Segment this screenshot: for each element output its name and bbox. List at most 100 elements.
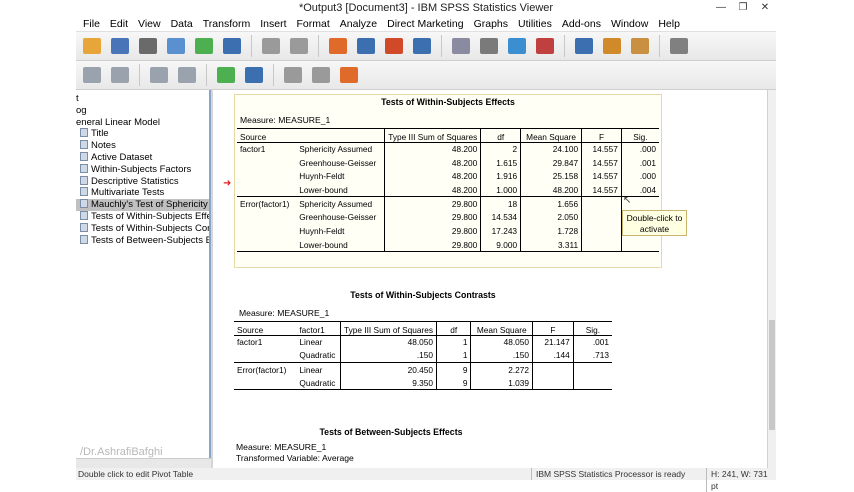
menu-file[interactable]: File bbox=[78, 16, 105, 31]
use-sets-icon[interactable] bbox=[572, 35, 596, 57]
window-title: *Output3 [Document3] - IBM SPSS Statisti… bbox=[298, 2, 554, 14]
table-row: Lower-bound 29.800 9.000 3.311 bbox=[237, 238, 659, 253]
tree-node[interactable]: t bbox=[76, 93, 209, 105]
menu-window[interactable]: Window bbox=[606, 16, 653, 31]
within-effects-table[interactable]: Tests of Within-Subjects Effects Measure… bbox=[237, 97, 659, 253]
insert-cases-icon-glyph bbox=[385, 38, 403, 54]
tree-node[interactable]: Tests of Between-Subjects Effe bbox=[76, 234, 209, 247]
script-icon[interactable] bbox=[600, 35, 624, 57]
table-cell bbox=[581, 224, 622, 238]
tree-node[interactable]: eneral Linear Model bbox=[76, 117, 209, 129]
menu-graphs[interactable]: Graphs bbox=[469, 16, 513, 31]
tree-node[interactable]: og bbox=[76, 105, 209, 117]
insert-title-icon[interactable] bbox=[309, 64, 333, 86]
weight-cases-icon[interactable] bbox=[505, 35, 529, 57]
print-preview-icon[interactable] bbox=[164, 35, 188, 57]
back-icon[interactable] bbox=[80, 64, 104, 86]
menu-help[interactable]: Help bbox=[653, 16, 685, 31]
designate-window-icon[interactable] bbox=[628, 35, 652, 57]
insert-cases-icon[interactable] bbox=[382, 35, 406, 57]
undo-icon[interactable] bbox=[259, 35, 283, 57]
status-bar: Double click to edit Pivot Table IBM SPS… bbox=[76, 468, 776, 492]
table-row: Lower-bound 48.200 1.000 48.200 14.557.004 bbox=[237, 183, 659, 198]
outline-hscrollbar[interactable] bbox=[76, 458, 211, 468]
between-effects-table[interactable]: Tests of Between-Subjects Effects Measur… bbox=[236, 427, 546, 463]
collapse-icon[interactable] bbox=[175, 64, 199, 86]
outline-pane[interactable]: t og eneral Linear Model Title Notes Active D… bbox=[76, 90, 211, 468]
hide-icon[interactable] bbox=[242, 64, 266, 86]
tree-node[interactable]: Descriptive Statistics bbox=[76, 175, 209, 188]
open-icon[interactable] bbox=[80, 35, 104, 57]
current-item-arrow-icon: ➜ bbox=[223, 178, 232, 189]
value-labels-icon[interactable] bbox=[533, 35, 557, 57]
table-cell: 14.557 bbox=[581, 183, 622, 198]
window-controls: — ❐ ✕ bbox=[710, 0, 776, 16]
table-cell bbox=[237, 224, 296, 238]
forward-icon[interactable] bbox=[108, 64, 132, 86]
goto-case-icon[interactable] bbox=[326, 35, 350, 57]
tree-node[interactable]: Active Dataset bbox=[76, 151, 209, 164]
tree-node[interactable]: Multivariate Tests bbox=[76, 187, 209, 199]
col-f: F bbox=[581, 128, 622, 143]
forward-icon-glyph bbox=[111, 67, 129, 83]
menu-direct-marketing[interactable]: Direct Marketing bbox=[382, 16, 468, 31]
menu-utilities[interactable]: Utilities bbox=[513, 16, 557, 31]
content-vscrollbar[interactable] bbox=[767, 90, 776, 468]
restore-icon[interactable]: ❐ bbox=[732, 0, 754, 16]
col-source: Source bbox=[234, 321, 297, 336]
table-cell: 1.728 bbox=[520, 224, 582, 238]
syntax-icon[interactable] bbox=[667, 35, 691, 57]
tree-node[interactable]: Within-Subjects Factors bbox=[76, 163, 209, 176]
tree-node[interactable]: Tests of Within-Subjects Effects bbox=[76, 210, 209, 223]
table-cell: 1 bbox=[436, 348, 471, 364]
menu-insert[interactable]: Insert bbox=[255, 16, 291, 31]
table-measure: Measure: MEASURE_1 bbox=[239, 308, 330, 318]
table-cell: 29.800 bbox=[384, 224, 481, 238]
tree-node[interactable]: Mauchly's Test of Sphericity bbox=[76, 199, 209, 211]
menu-transform[interactable]: Transform bbox=[198, 16, 255, 31]
insert-text-icon-glyph bbox=[340, 67, 358, 83]
print-icon[interactable] bbox=[136, 35, 160, 57]
tree-node[interactable]: Notes bbox=[76, 140, 209, 152]
table-cell: Error(factor1) bbox=[237, 364, 287, 375]
export-icon[interactable] bbox=[192, 35, 216, 57]
toolbar-separator bbox=[206, 64, 207, 86]
table-cell: 48.200 bbox=[384, 155, 481, 170]
show-icon[interactable] bbox=[214, 64, 238, 86]
table-cell: 9.350 bbox=[340, 376, 437, 391]
col-ss: Type III Sum of Squares bbox=[384, 128, 481, 143]
variables-icon[interactable] bbox=[410, 35, 434, 57]
minimize-icon[interactable]: — bbox=[710, 0, 732, 16]
table-measure: Measure: MEASURE_1 bbox=[236, 442, 327, 452]
script-icon-glyph bbox=[603, 38, 621, 54]
save-icon[interactable] bbox=[108, 35, 132, 57]
tree-node[interactable]: Title bbox=[76, 128, 209, 140]
goto-case-icon-glyph bbox=[329, 38, 347, 54]
table-cell bbox=[237, 183, 297, 198]
menu-format[interactable]: Format bbox=[292, 16, 335, 31]
expand-icon[interactable] bbox=[147, 64, 171, 86]
close-icon[interactable]: ✕ bbox=[754, 0, 776, 16]
scrollbar-thumb[interactable] bbox=[769, 320, 775, 430]
table-row: Greenhouse-Geisser 48.200 1.615 29.847 14.55… bbox=[237, 155, 659, 170]
select-cases-icon[interactable] bbox=[449, 35, 473, 57]
title-bar: *Output3 [Document3] - IBM SPSS Statisti… bbox=[76, 0, 776, 16]
goto-variable-icon[interactable] bbox=[354, 35, 378, 57]
table-title: Tests of Between-Subjects Effects bbox=[319, 427, 463, 437]
table-cell: 2.050 bbox=[520, 210, 582, 225]
document-icon bbox=[80, 163, 88, 173]
insert-text-icon[interactable] bbox=[337, 64, 361, 86]
split-file-icon[interactable] bbox=[477, 35, 501, 57]
menu-data[interactable]: Data bbox=[166, 16, 198, 31]
col-sig: Sig. bbox=[620, 128, 659, 143]
variables-icon-glyph bbox=[413, 38, 431, 54]
redo-icon[interactable] bbox=[287, 35, 311, 57]
within-contrasts-table[interactable]: Tests of Within-Subjects Contrasts Measu… bbox=[234, 290, 612, 391]
menu-analyze[interactable]: Analyze bbox=[335, 16, 382, 31]
tree-node[interactable]: Tests of Within-Subjects Contra bbox=[76, 222, 209, 235]
insert-heading-icon[interactable] bbox=[281, 64, 305, 86]
menu-view[interactable]: View bbox=[133, 16, 166, 31]
recall-dialog-icon[interactable] bbox=[220, 35, 244, 57]
menu-add-ons[interactable]: Add-ons bbox=[557, 16, 606, 31]
menu-edit[interactable]: Edit bbox=[105, 16, 133, 31]
